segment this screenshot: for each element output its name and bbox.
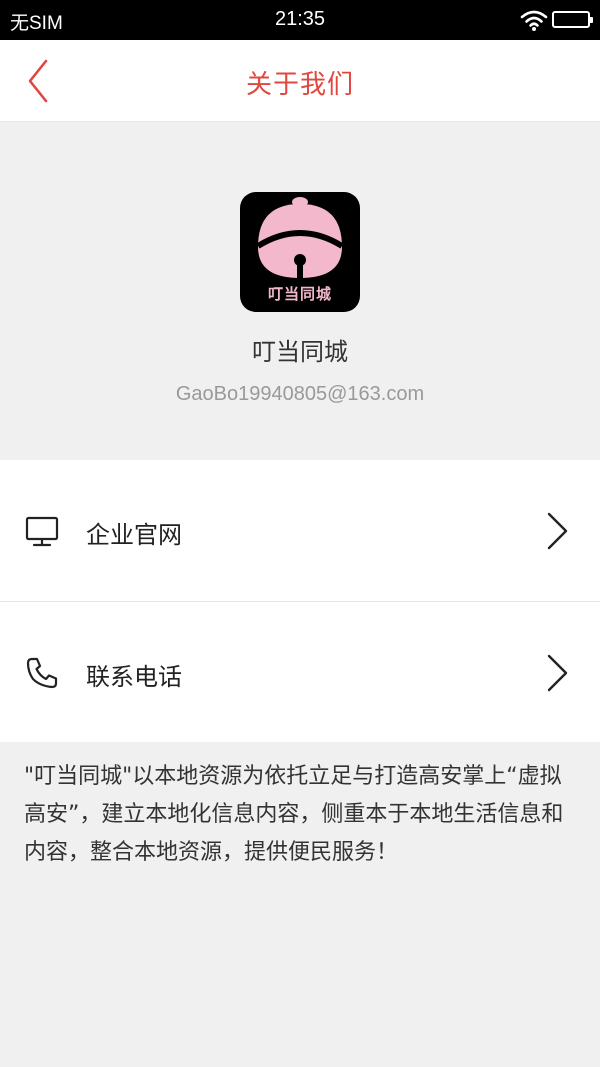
battery-icon (552, 11, 593, 28)
monitor-icon (25, 516, 59, 547)
nav-bar: 关于我们 (0, 40, 600, 122)
menu-list: 企业官网 联系电话 (0, 460, 600, 742)
chevron-left-icon (28, 59, 48, 103)
menu-item-website[interactable]: 企业官网 (0, 460, 600, 601)
status-bar: 无SIM 21:35 (0, 0, 600, 40)
clock: 21:35 (274, 8, 326, 30)
menu-item-label: 企业官网 (86, 521, 182, 549)
chevron-right-icon (547, 512, 568, 550)
app-profile: 叮当同城 叮当同城 GaoBo19940805@163.com (0, 122, 600, 460)
app-logo: 叮当同城 (240, 192, 360, 312)
menu-item-phone[interactable]: 联系电话 (0, 601, 600, 742)
page-title: 关于我们 (245, 70, 354, 100)
phone-icon (26, 657, 58, 689)
chevron-right-icon (547, 654, 568, 692)
back-button[interactable] (20, 56, 64, 106)
app-name: 叮当同城 (252, 338, 348, 366)
wifi-icon (520, 10, 548, 31)
logo-text: 叮当同城 (267, 285, 332, 303)
about-description: "叮当同城"以本地资源为依托立足与打造高安掌上“虚拟高安”，建立本地化信息内容，… (24, 764, 564, 865)
contact-email: GaoBo19940805@163.com (175, 383, 425, 405)
menu-item-label: 联系电话 (86, 663, 182, 691)
